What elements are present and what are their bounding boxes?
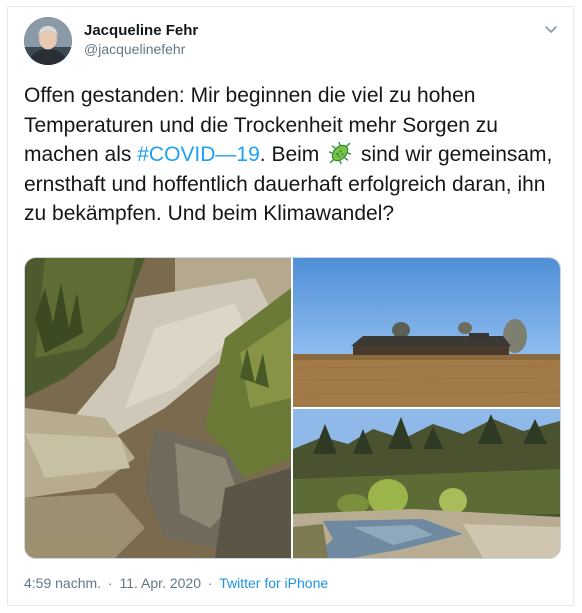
field-barn-photo[interactable] [293, 258, 560, 407]
avatar[interactable] [24, 17, 72, 65]
display-name[interactable]: Jacqueline Fehr [84, 22, 198, 39]
tweet-card: Jacqueline Fehr @jacquelinefehr Offen ge… [7, 6, 574, 606]
tweet-text: Offen gestanden: Mir beginnen die viel z… [24, 81, 554, 229]
tweet-metadata: 4:59 nachm. · 11. Apr. 2020 · Twitter fo… [24, 575, 328, 591]
chevron-down-icon[interactable] [543, 21, 559, 37]
tweet-time[interactable]: 4:59 nachm. [24, 575, 101, 591]
microbe-icon [328, 141, 352, 165]
photo-grid [24, 257, 561, 559]
tweet-date[interactable]: 11. Apr. 2020 [120, 575, 201, 591]
user-handle[interactable]: @jacquelinefehr [84, 41, 185, 57]
tweet-source-link[interactable]: Twitter for iPhone [219, 575, 328, 591]
separator: · [107, 575, 113, 591]
tweet-text-part-2: . Beim [259, 143, 326, 166]
river-forest-photo[interactable] [293, 409, 560, 558]
separator: · [207, 575, 213, 591]
dry-riverbed-photo[interactable] [25, 258, 291, 558]
hashtag-link[interactable]: #COVID—19 [137, 143, 260, 166]
